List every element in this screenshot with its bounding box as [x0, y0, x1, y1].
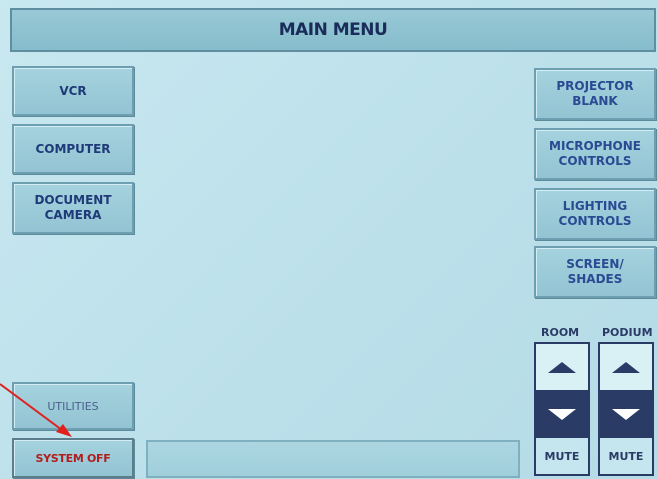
control-panel: MAIN MENU VCR COMPUTER DOCUMENT CAMERA P…: [0, 0, 658, 479]
annotation-arrow-icon: [0, 383, 72, 437]
